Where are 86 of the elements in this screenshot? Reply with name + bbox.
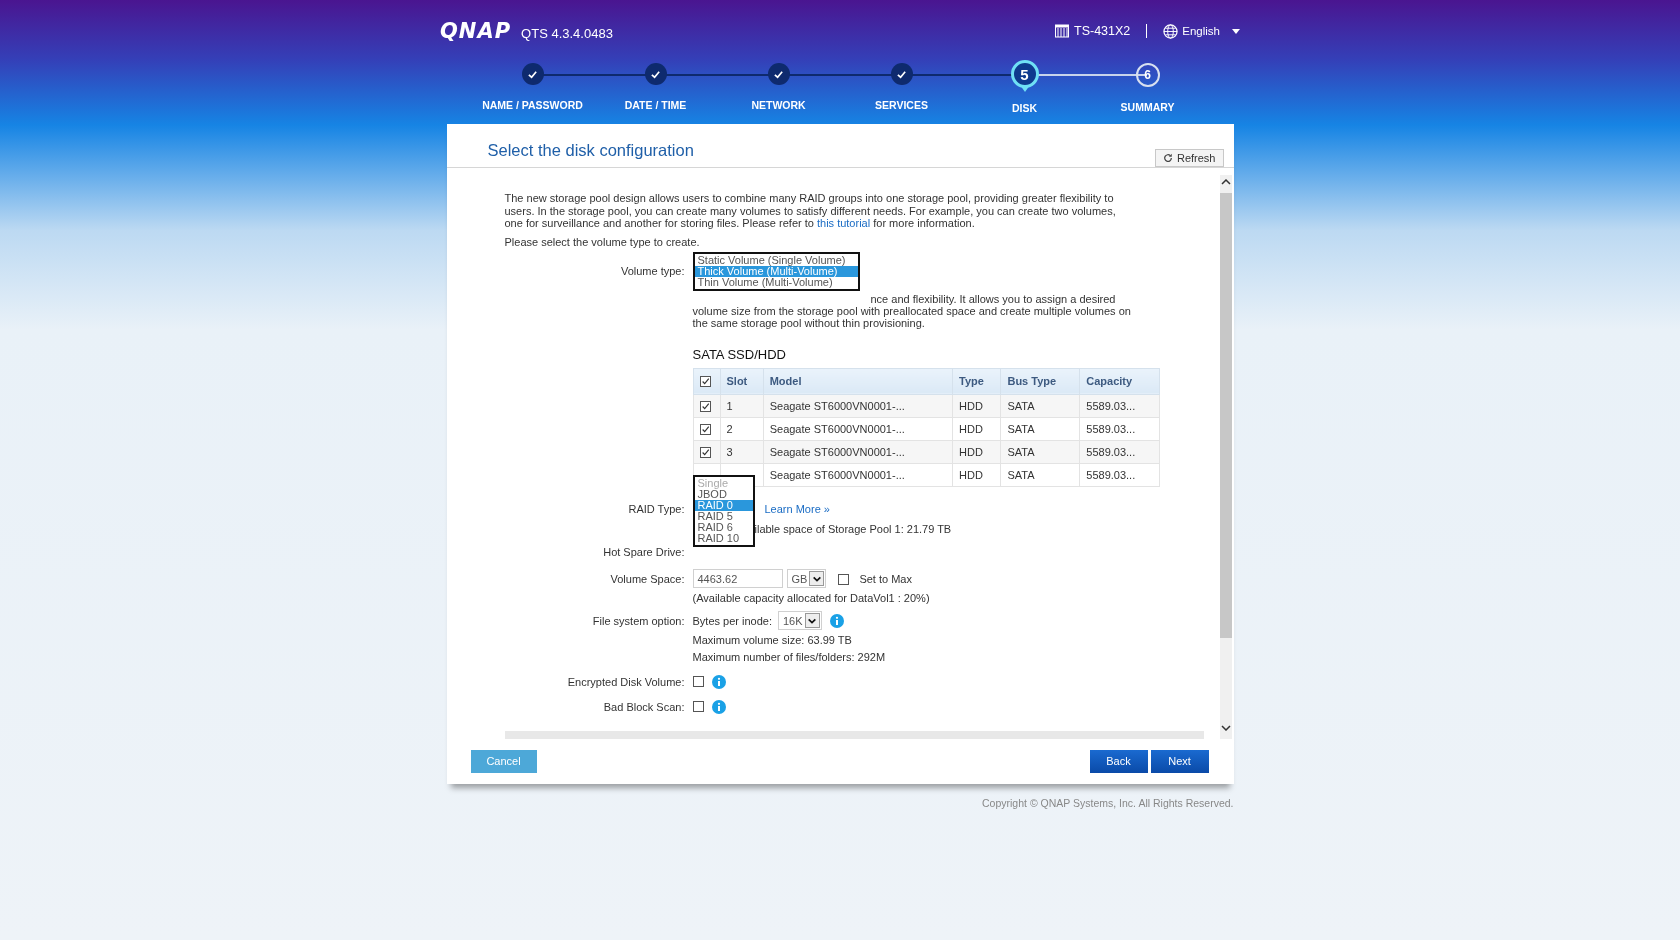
dropdown-option[interactable]: JBOD	[694, 488, 753, 500]
intro-paragraph: The new storage pool design allows users to combine many RAID groups into one storage pool, providing greater flexibility to users. In the storage pool, you can create many volumes to satisfy different needs. For example, you can create two volumes, one for surveillance and another for storing files. Please refer to this tutorial for more information.	[504, 192, 1117, 230]
table-cell: SATA	[1007, 422, 1035, 435]
tutorial-link[interactable]: this tutorial	[816, 217, 871, 229]
table-cell: HDD	[959, 445, 983, 458]
dropdown-option[interactable]: RAID 6	[694, 521, 753, 533]
next-button[interactable]: Next	[1150, 749, 1209, 773]
table-cell: Seagate ST6000VN0001-...	[769, 468, 905, 481]
step-label: NAME / PASSWORD	[482, 99, 583, 111]
max-volume-text: Maximum volume size: 63.99 TB	[692, 632, 853, 648]
logo: QNAP	[440, 19, 512, 43]
table-cell: 2	[726, 422, 733, 435]
table-cell: HDD	[959, 468, 983, 481]
field-label: Volume Space:	[609, 572, 685, 585]
table-cell: 1	[726, 399, 733, 412]
step-label: SUMMARY	[1120, 101, 1175, 113]
scroll-down-icon[interactable]	[1220, 724, 1231, 731]
field-label: RAID Type:	[627, 502, 685, 515]
copyright-text: Copyright © QNAP Systems, Inc. All Rights Reserved.	[981, 797, 1234, 809]
table-cell: 5589.03...	[1086, 445, 1136, 458]
table-cell: 3	[726, 445, 733, 458]
step-label: DATE / TIME	[624, 99, 687, 111]
language-selector[interactable]: English	[1163, 23, 1240, 39]
volume-space-input[interactable]: 4463.62	[692, 569, 783, 588]
scroll-up-icon[interactable]	[1220, 179, 1231, 185]
checkbox[interactable]	[692, 676, 704, 687]
column-header: Capacity	[1079, 368, 1159, 394]
firmware-version: QTS 4.3.4.0483	[521, 25, 613, 41]
refresh-button[interactable]: Refresh	[1154, 149, 1224, 167]
field-label: Hot Spare Drive:	[602, 545, 685, 558]
table-cell: SATA	[1007, 468, 1035, 481]
checkbox[interactable]	[838, 573, 850, 585]
info-icon[interactable]	[829, 613, 844, 628]
vertical-scrollbar[interactable]	[1219, 175, 1232, 739]
step-label: NETWORK	[751, 99, 806, 111]
dropdown-option[interactable]: RAID 5	[694, 510, 753, 522]
column-header: Model	[763, 368, 953, 394]
section-title: SATA SSD/HDD	[692, 346, 787, 362]
page-title: Select the disk configuration	[487, 141, 694, 160]
table-cell: Seagate ST6000VN0001-...	[769, 399, 905, 412]
column-header: Slot	[720, 368, 764, 394]
device-model: TS-431X2	[1074, 24, 1131, 38]
field-label: File system option:	[591, 614, 685, 627]
max-files-text: Maximum number of files/folders: 292M	[692, 649, 887, 665]
step-indicator: 6	[1135, 63, 1160, 87]
back-button[interactable]: Back	[1089, 749, 1148, 773]
info-icon[interactable]	[711, 674, 726, 689]
info-icon[interactable]	[711, 699, 726, 714]
table-cell: Seagate ST6000VN0001-...	[769, 422, 905, 435]
field-label: Bad Block Scan:	[602, 700, 685, 713]
checkbox[interactable]	[699, 423, 711, 435]
checkbox[interactable]	[692, 701, 704, 712]
field-label: Encrypted Disk Volume:	[566, 675, 685, 688]
table-cell: HDD	[959, 422, 983, 435]
globe-icon	[1163, 23, 1179, 39]
step-label: DISK	[1011, 102, 1038, 114]
table-cell: 5589.03...	[1086, 399, 1136, 412]
capacity-note: (Available capacity allocated for DataVol1 : 20%)	[692, 590, 931, 606]
available-space-text: ilable space of Storage Pool 1: 21.79 TB	[754, 522, 952, 535]
step-label: SERVICES	[875, 99, 928, 111]
dropdown-option[interactable]: Thin Volume (Multi-Volume)	[694, 276, 858, 288]
dropdown-option[interactable]: RAID 10	[694, 532, 753, 544]
table-cell: 5589.03...	[1086, 422, 1136, 435]
column-header: Bus Type	[1000, 368, 1080, 394]
checkbox-label: Set to Max	[859, 572, 912, 585]
field-label: Volume type:	[619, 265, 685, 277]
unit-select[interactable]: GB	[786, 569, 827, 588]
table-cell: SATA	[1007, 399, 1035, 412]
instruction-text: Please select the volume type to create.	[504, 235, 701, 248]
dropdown-option[interactable]: Static Volume (Single Volume)	[694, 254, 858, 266]
table-cell: Seagate ST6000VN0001-...	[769, 445, 905, 458]
column-header: Type	[952, 368, 1001, 394]
checkbox[interactable]	[699, 446, 711, 458]
table-cell: 5589.03...	[1086, 468, 1136, 481]
checkbox[interactable]	[699, 400, 711, 412]
caret-icon	[1232, 28, 1240, 34]
refresh-icon	[1162, 153, 1173, 163]
server-icon	[1055, 24, 1069, 38]
inode-select[interactable]: 16K	[778, 611, 822, 630]
volume-type-description: nce and flexibility. It allows you to assign a desired volume size from the storage pool with preallocated space and create multiple volumes on the same storage pool without thin provisioning.	[692, 292, 1132, 329]
inode-label: Bytes per inode:	[692, 614, 772, 627]
select-all-checkbox[interactable]	[699, 376, 711, 388]
volume-type-dropdown-list[interactable]: Static Volume (Single Volume) Thick Volume (Multi-Volume) Thin Volume (Multi-Volume)	[692, 251, 860, 291]
learn-more-link[interactable]: Learn More »	[764, 502, 830, 515]
table-cell: HDD	[959, 399, 983, 412]
table-cell: SATA	[1007, 445, 1035, 458]
